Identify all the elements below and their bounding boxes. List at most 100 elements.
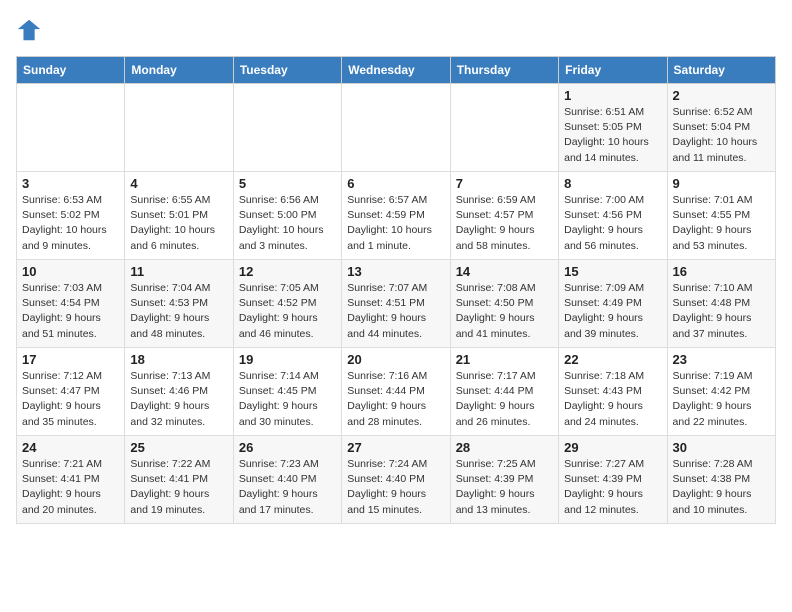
calendar-cell: 6 Sunrise: 6:57 AMSunset: 4:59 PMDaylight… [342, 172, 450, 260]
calendar-cell [125, 84, 233, 172]
day-info: Sunrise: 6:51 AMSunset: 5:05 PMDaylight:… [564, 105, 661, 166]
calendar-cell: 3 Sunrise: 6:53 AMSunset: 5:02 PMDaylight… [17, 172, 125, 260]
calendar-cell: 19 Sunrise: 7:14 AMSunset: 4:45 PMDayligh… [233, 348, 341, 436]
day-number: 4 [130, 176, 227, 191]
calendar-header-tuesday: Tuesday [233, 57, 341, 84]
calendar-header-monday: Monday [125, 57, 233, 84]
day-info: Sunrise: 7:03 AMSunset: 4:54 PMDaylight:… [22, 281, 119, 342]
calendar-header-friday: Friday [559, 57, 667, 84]
day-number: 28 [456, 440, 553, 455]
day-info: Sunrise: 7:09 AMSunset: 4:49 PMDaylight:… [564, 281, 661, 342]
calendar-cell: 22Sunrise: 7:18 AMSunset: 4:43 PMDayligh… [559, 348, 667, 436]
day-number: 11 [130, 264, 227, 279]
calendar-cell: 14 Sunrise: 7:08 AMSunset: 4:50 PMDayligh… [450, 260, 558, 348]
calendar-week-row: 24 Sunrise: 7:21 AMSunset: 4:41 PMDayligh… [17, 436, 776, 524]
calendar-header-thursday: Thursday [450, 57, 558, 84]
day-number: 20 [347, 352, 444, 367]
calendar-cell: 23Sunrise: 7:19 AMSunset: 4:42 PMDayligh… [667, 348, 775, 436]
day-number: 9 [673, 176, 770, 191]
logo-icon [16, 16, 44, 44]
day-number: 23 [673, 352, 770, 367]
day-number: 18 [130, 352, 227, 367]
calendar-header-saturday: Saturday [667, 57, 775, 84]
day-info: Sunrise: 7:14 AMSunset: 4:45 PMDaylight:… [239, 369, 336, 430]
day-number: 16 [673, 264, 770, 279]
calendar-header-wednesday: Wednesday [342, 57, 450, 84]
day-number: 30 [673, 440, 770, 455]
day-number: 29 [564, 440, 661, 455]
day-info: Sunrise: 7:04 AMSunset: 4:53 PMDaylight:… [130, 281, 227, 342]
day-number: 15 [564, 264, 661, 279]
calendar-header-row: SundayMondayTuesdayWednesdayThursdayFrid… [17, 57, 776, 84]
day-number: 8 [564, 176, 661, 191]
day-number: 7 [456, 176, 553, 191]
day-info: Sunrise: 7:10 AMSunset: 4:48 PMDaylight:… [673, 281, 770, 342]
calendar-cell: 21Sunrise: 7:17 AMSunset: 4:44 PMDayligh… [450, 348, 558, 436]
day-info: Sunrise: 7:24 AMSunset: 4:40 PMDaylight:… [347, 457, 444, 518]
day-number: 6 [347, 176, 444, 191]
calendar-cell: 25 Sunrise: 7:22 AMSunset: 4:41 PMDayligh… [125, 436, 233, 524]
calendar-cell: 15 Sunrise: 7:09 AMSunset: 4:49 PMDayligh… [559, 260, 667, 348]
calendar-week-row: 3 Sunrise: 6:53 AMSunset: 5:02 PMDaylight… [17, 172, 776, 260]
calendar-cell: 12 Sunrise: 7:05 AMSunset: 4:52 PMDayligh… [233, 260, 341, 348]
day-number: 12 [239, 264, 336, 279]
day-info: Sunrise: 7:05 AMSunset: 4:52 PMDaylight:… [239, 281, 336, 342]
day-number: 14 [456, 264, 553, 279]
calendar-cell: 11 Sunrise: 7:04 AMSunset: 4:53 PMDayligh… [125, 260, 233, 348]
calendar-cell: 10 Sunrise: 7:03 AMSunset: 4:54 PMDayligh… [17, 260, 125, 348]
day-info: Sunrise: 7:25 AMSunset: 4:39 PMDaylight:… [456, 457, 553, 518]
calendar-cell [233, 84, 341, 172]
calendar-week-row: 1 Sunrise: 6:51 AMSunset: 5:05 PMDaylight… [17, 84, 776, 172]
calendar-header-sunday: Sunday [17, 57, 125, 84]
calendar-cell: 26 Sunrise: 7:23 AMSunset: 4:40 PMDayligh… [233, 436, 341, 524]
day-number: 1 [564, 88, 661, 103]
calendar-week-row: 10 Sunrise: 7:03 AMSunset: 4:54 PMDayligh… [17, 260, 776, 348]
day-info: Sunrise: 6:59 AMSunset: 4:57 PMDaylight:… [456, 193, 553, 254]
day-number: 25 [130, 440, 227, 455]
day-info: Sunrise: 6:52 AMSunset: 5:04 PMDaylight:… [673, 105, 770, 166]
calendar-cell [17, 84, 125, 172]
day-info: Sunrise: 7:21 AMSunset: 4:41 PMDaylight:… [22, 457, 119, 518]
calendar-cell: 20 Sunrise: 7:16 AMSunset: 4:44 PMDayligh… [342, 348, 450, 436]
calendar-cell: 5 Sunrise: 6:56 AMSunset: 5:00 PMDaylight… [233, 172, 341, 260]
day-info: Sunrise: 7:23 AMSunset: 4:40 PMDaylight:… [239, 457, 336, 518]
calendar-cell: 2Sunrise: 6:52 AMSunset: 5:04 PMDaylight… [667, 84, 775, 172]
day-info: Sunrise: 7:18 AMSunset: 4:43 PMDaylight:… [564, 369, 661, 430]
day-info: Sunrise: 7:16 AMSunset: 4:44 PMDaylight:… [347, 369, 444, 430]
day-number: 27 [347, 440, 444, 455]
day-info: Sunrise: 7:12 AMSunset: 4:47 PMDaylight:… [22, 369, 119, 430]
calendar-cell: 18 Sunrise: 7:13 AMSunset: 4:46 PMDayligh… [125, 348, 233, 436]
calendar-cell: 29 Sunrise: 7:27 AMSunset: 4:39 PMDayligh… [559, 436, 667, 524]
day-info: Sunrise: 6:56 AMSunset: 5:00 PMDaylight:… [239, 193, 336, 254]
calendar-cell: 4Sunrise: 6:55 AMSunset: 5:01 PMDaylight… [125, 172, 233, 260]
page-header [16, 16, 776, 44]
day-info: Sunrise: 6:53 AMSunset: 5:02 PMDaylight:… [22, 193, 119, 254]
day-info: Sunrise: 7:13 AMSunset: 4:46 PMDaylight:… [130, 369, 227, 430]
day-number: 19 [239, 352, 336, 367]
calendar-cell: 27 Sunrise: 7:24 AMSunset: 4:40 PMDayligh… [342, 436, 450, 524]
calendar-week-row: 17Sunrise: 7:12 AMSunset: 4:47 PMDayligh… [17, 348, 776, 436]
day-number: 21 [456, 352, 553, 367]
day-number: 3 [22, 176, 119, 191]
day-info: Sunrise: 7:08 AMSunset: 4:50 PMDaylight:… [456, 281, 553, 342]
calendar-cell: 7 Sunrise: 6:59 AMSunset: 4:57 PMDaylight… [450, 172, 558, 260]
day-number: 5 [239, 176, 336, 191]
day-info: Sunrise: 6:57 AMSunset: 4:59 PMDaylight:… [347, 193, 444, 254]
calendar-table: SundayMondayTuesdayWednesdayThursdayFrid… [16, 56, 776, 524]
day-info: Sunrise: 7:00 AMSunset: 4:56 PMDaylight:… [564, 193, 661, 254]
day-number: 24 [22, 440, 119, 455]
calendar-cell: 24 Sunrise: 7:21 AMSunset: 4:41 PMDayligh… [17, 436, 125, 524]
calendar-cell: 9Sunrise: 7:01 AMSunset: 4:55 PMDaylight… [667, 172, 775, 260]
day-info: Sunrise: 7:07 AMSunset: 4:51 PMDaylight:… [347, 281, 444, 342]
day-info: Sunrise: 7:22 AMSunset: 4:41 PMDaylight:… [130, 457, 227, 518]
day-number: 10 [22, 264, 119, 279]
calendar-cell [342, 84, 450, 172]
calendar-cell: 30Sunrise: 7:28 AMSunset: 4:38 PMDayligh… [667, 436, 775, 524]
calendar-cell: 16 Sunrise: 7:10 AMSunset: 4:48 PMDayligh… [667, 260, 775, 348]
day-info: Sunrise: 7:27 AMSunset: 4:39 PMDaylight:… [564, 457, 661, 518]
calendar-cell [450, 84, 558, 172]
calendar-cell: 13Sunrise: 7:07 AMSunset: 4:51 PMDayligh… [342, 260, 450, 348]
calendar-cell: 28 Sunrise: 7:25 AMSunset: 4:39 PMDayligh… [450, 436, 558, 524]
day-number: 26 [239, 440, 336, 455]
calendar-cell: 1 Sunrise: 6:51 AMSunset: 5:05 PMDaylight… [559, 84, 667, 172]
